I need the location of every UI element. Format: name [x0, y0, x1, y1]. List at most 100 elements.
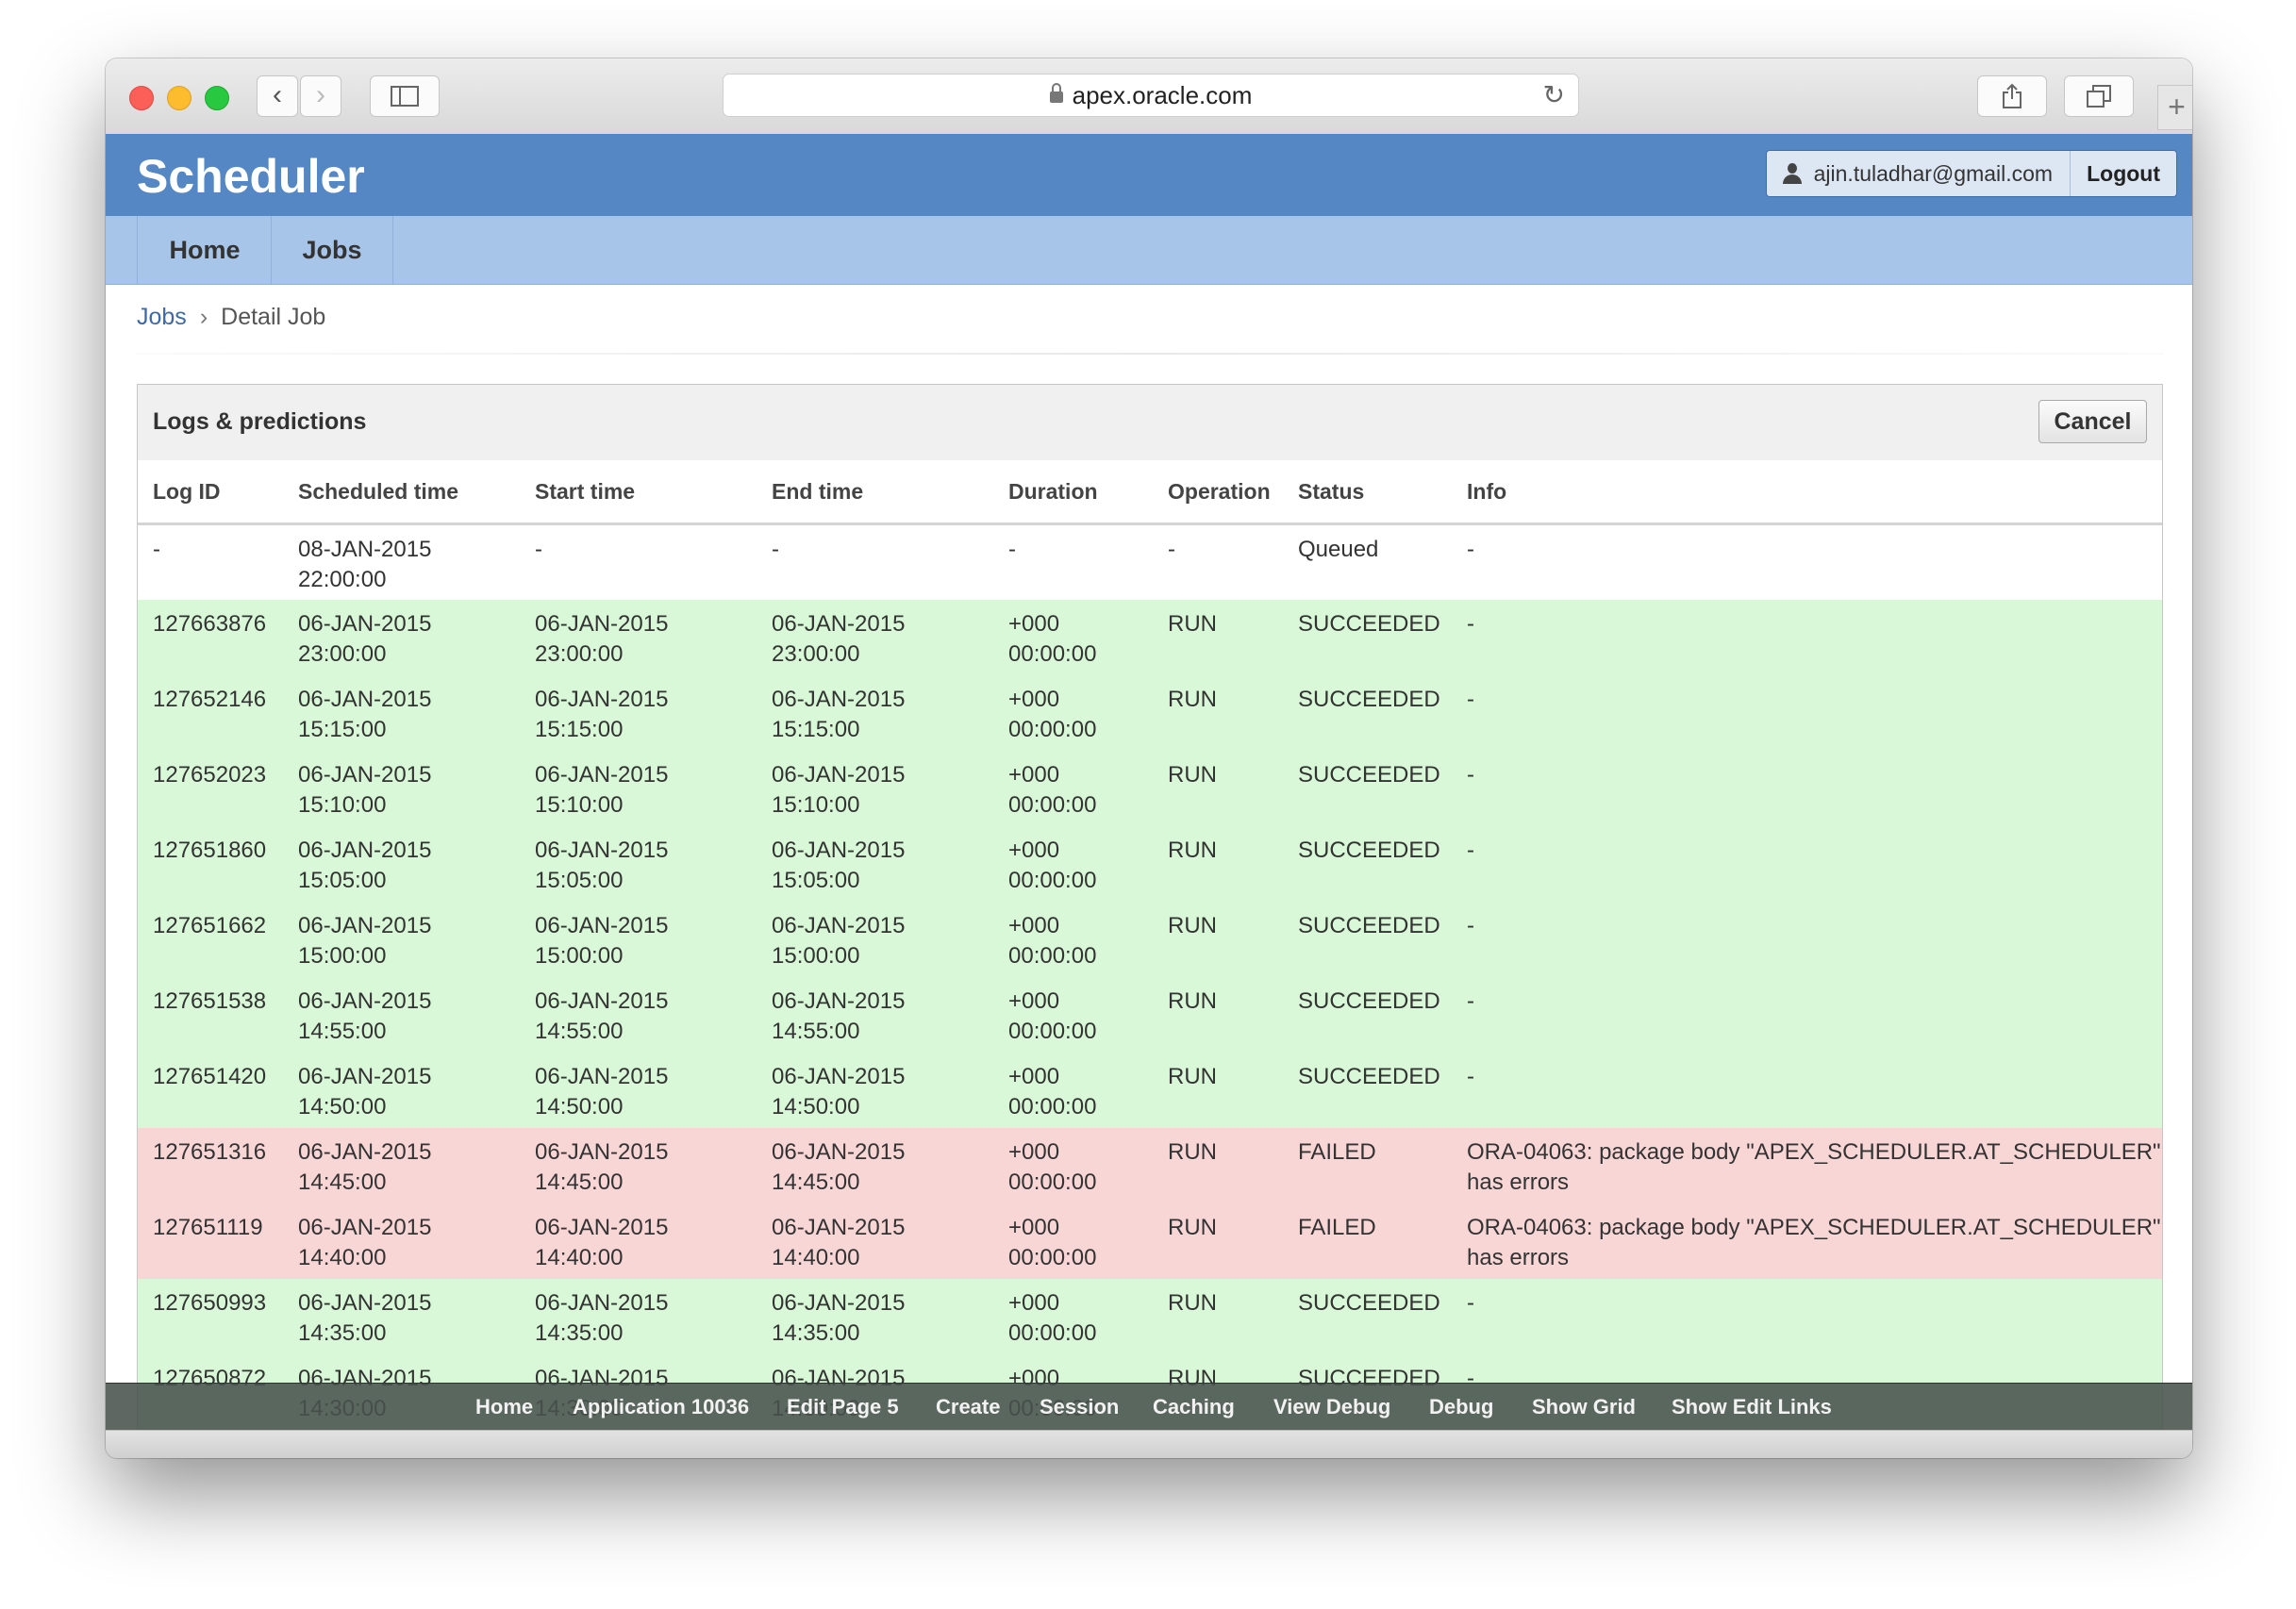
status-cell: FAILED — [1283, 1127, 1452, 1203]
dev-toolbar-show-grid[interactable]: Show Grid — [1532, 1384, 1636, 1431]
table-row: 127651316 06-JAN-2015 14:45:00 06-JAN-2015 1… — [138, 1127, 2162, 1203]
zoom-window-button[interactable] — [205, 86, 229, 110]
lock-icon — [1049, 83, 1063, 103]
status-cell-text: SUCCEEDED — [1298, 1289, 1440, 1316]
status-cell-text: SUCCEEDED — [1298, 686, 1440, 712]
start-time-cell-line: - — [535, 537, 542, 562]
chevron-right-icon: › — [316, 79, 325, 110]
end-time-cell-line: 23:00:00 — [772, 640, 860, 667]
scheduled-time-cell: 06-JAN-2015 14:55:00 — [283, 976, 520, 1053]
log-id-cell: 127652023 — [138, 750, 283, 826]
info-cell: - — [1452, 976, 2162, 1053]
status-cell-text: SUCCEEDED — [1298, 610, 1440, 637]
dev-toolbar-show-edit-links[interactable]: Show Edit Links — [1672, 1384, 1832, 1431]
minimize-window-button[interactable] — [167, 86, 191, 110]
dev-toolbar-session[interactable]: Session — [1040, 1384, 1119, 1431]
column-header-log-id[interactable]: Log ID — [138, 460, 283, 525]
forward-button[interactable]: › — [300, 75, 341, 117]
column-header-operation[interactable]: Operation — [1153, 460, 1283, 525]
app-title[interactable]: Scheduler — [137, 149, 365, 204]
status-cell: SUCCEEDED — [1283, 674, 1452, 751]
nav-item-jobs[interactable]: Jobs — [271, 216, 393, 284]
start-time-cell: 06-JAN-2015 14:50:00 — [520, 1052, 757, 1128]
back-button[interactable]: ‹ — [257, 75, 298, 117]
dev-toolbar-application[interactable]: Application 10036 — [573, 1384, 749, 1431]
region-title: Logs & predictions — [153, 408, 367, 435]
duration-cell-line: 00:00:00 — [1008, 640, 1097, 667]
browser-window: ‹ › apex.oracle.com ↻ + Scheduler ajin.t… — [106, 58, 2192, 1458]
scheduled-time-cell-line: 08-JAN-2015 — [298, 537, 432, 562]
start-time-cell-line: 06-JAN-2015 — [535, 987, 669, 1014]
dev-toolbar-home[interactable]: Home — [475, 1384, 533, 1431]
info-cell-text: - — [1467, 761, 1474, 788]
start-time-cell: 06-JAN-2015 15:15:00 — [520, 674, 757, 751]
logs-table: Log ID Scheduled time Start time End tim… — [138, 460, 2162, 1430]
log-id-cell: 127651420 — [138, 1052, 283, 1128]
end-time-cell: 06-JAN-2015 15:15:00 — [757, 674, 993, 751]
column-header-start-time[interactable]: Start time — [520, 460, 757, 525]
duration-cell-line: 00:00:00 — [1008, 1244, 1097, 1270]
status-cell: SUCCEEDED — [1283, 599, 1452, 675]
scheduled-time-cell-line: 06-JAN-2015 — [298, 1063, 432, 1089]
status-cell: SUCCEEDED — [1283, 901, 1452, 977]
log-id-cell-text: 127651860 — [153, 837, 267, 863]
scheduled-time-cell: 06-JAN-2015 14:45:00 — [283, 1127, 520, 1203]
start-time-cell-line: 15:05:00 — [535, 867, 624, 893]
status-cell: SUCCEEDED — [1283, 750, 1452, 826]
info-cell: ORA-04063: package body "APEX_SCHEDULER.… — [1452, 1127, 2162, 1203]
tabs-overview-button[interactable] — [2064, 75, 2134, 117]
duration-cell-line: +000 — [1008, 1289, 1060, 1316]
info-cell: - — [1452, 825, 2162, 902]
operation-cell: RUN — [1153, 1203, 1283, 1279]
scheduled-time-cell: 06-JAN-2015 15:05:00 — [283, 825, 520, 902]
column-header-info[interactable]: Info — [1452, 460, 2162, 525]
start-time-cell-line: 14:45:00 — [535, 1169, 624, 1195]
duration-cell: +000 00:00:00 — [993, 1127, 1153, 1203]
column-header-duration[interactable]: Duration — [993, 460, 1153, 525]
end-time-cell-line: 06-JAN-2015 — [772, 686, 906, 712]
address-bar[interactable]: apex.oracle.com ↻ — [723, 74, 1579, 117]
scheduled-time-cell-line: 14:55:00 — [298, 1018, 387, 1044]
scheduled-time-cell-line: 06-JAN-2015 — [298, 686, 432, 712]
duration-cell-line: +000 — [1008, 1063, 1060, 1089]
log-id-cell-text: 127652023 — [153, 761, 267, 788]
start-time-cell: - — [520, 523, 757, 600]
share-button[interactable] — [1977, 75, 2047, 117]
duration-cell-line: 00:00:00 — [1008, 942, 1097, 969]
cancel-button[interactable]: Cancel — [2038, 400, 2147, 443]
end-time-cell-line: 06-JAN-2015 — [772, 1138, 906, 1165]
column-header-scheduled-time[interactable]: Scheduled time — [283, 460, 520, 525]
scheduled-time-cell: 06-JAN-2015 14:40:00 — [283, 1203, 520, 1279]
column-header-end-time[interactable]: End time — [757, 460, 993, 525]
scheduled-time-cell-line: 14:45:00 — [298, 1169, 387, 1195]
logout-button[interactable]: Logout — [2071, 151, 2176, 196]
sidebar-toggle-button[interactable] — [370, 75, 440, 117]
column-header-status[interactable]: Status — [1283, 460, 1452, 525]
status-cell: SUCCEEDED — [1283, 1278, 1452, 1354]
table-row: 127651420 06-JAN-2015 14:50:00 06-JAN-2015 1… — [138, 1052, 2162, 1128]
close-window-button[interactable] — [129, 86, 154, 110]
sidebar-icon — [391, 86, 419, 107]
nav-item-home[interactable]: Home — [137, 216, 272, 284]
dev-toolbar-edit-page[interactable]: Edit Page 5 — [787, 1384, 899, 1431]
end-time-cell-line: 15:00:00 — [772, 942, 860, 969]
reload-icon[interactable]: ↻ — [1543, 75, 1565, 116]
status-cell-text: FAILED — [1298, 1138, 1376, 1165]
table-header-row: Log ID Scheduled time Start time End tim… — [138, 460, 2162, 525]
user-menu[interactable]: ajin.tuladhar@gmail.com — [1766, 151, 2071, 196]
breadcrumb-link-jobs[interactable]: Jobs — [137, 304, 187, 330]
scheduled-time-cell-line: 15:05:00 — [298, 867, 387, 893]
end-time-cell-line: - — [772, 537, 779, 562]
end-time-cell-line: 06-JAN-2015 — [772, 1289, 906, 1316]
dev-toolbar-create[interactable]: Create — [936, 1384, 1000, 1431]
dev-toolbar-caching[interactable]: Caching — [1153, 1384, 1235, 1431]
dev-toolbar-view-debug[interactable]: View Debug — [1273, 1384, 1390, 1431]
operation-cell: RUN — [1153, 901, 1283, 977]
duration-cell-line: +000 — [1008, 761, 1060, 788]
region-header: Logs & predictions Cancel — [138, 385, 2162, 461]
new-tab-button[interactable]: + — [2157, 85, 2192, 130]
scheduled-time-cell: 06-JAN-2015 15:10:00 — [283, 750, 520, 826]
dev-toolbar-debug[interactable]: Debug — [1429, 1384, 1493, 1431]
scheduled-time-cell-line: 06-JAN-2015 — [298, 1138, 432, 1165]
info-cell: - — [1452, 523, 2162, 600]
